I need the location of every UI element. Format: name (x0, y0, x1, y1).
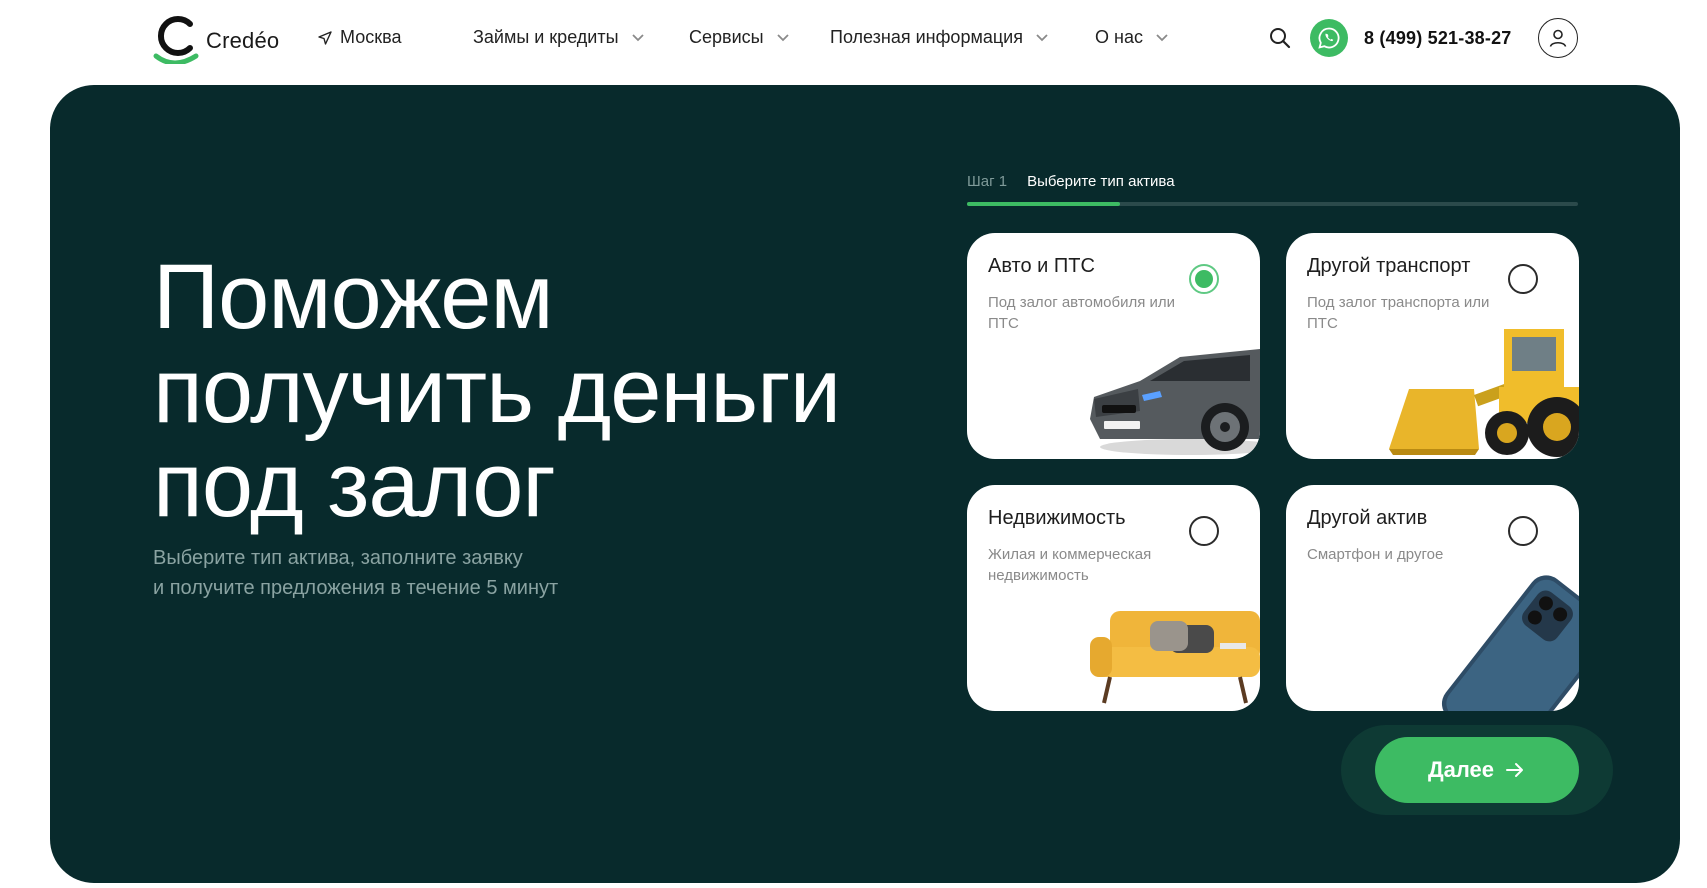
nav-label: Сервисы (689, 27, 764, 47)
hero-title-line: Поможем (153, 246, 554, 348)
account-button[interactable] (1538, 18, 1578, 58)
asset-card-auto[interactable]: Авто и ПТС Под залог автомобиля или ПТС (967, 233, 1260, 459)
logo-text: Credéo (206, 28, 280, 53)
search-icon[interactable] (1268, 26, 1292, 50)
asset-card-transport[interactable]: Другой транспорт Под залог транспорта ил… (1286, 233, 1579, 459)
hero-section: Поможем получить деньги под залог Выбери… (50, 85, 1680, 883)
card-title: Недвижимость (988, 507, 1126, 529)
logo[interactable]: Credéo (152, 12, 292, 64)
site-header: Credéo Москва Займы и кредиты Сервисы По… (0, 0, 1707, 84)
hero-subtitle: Выберите тип актива, заполните заявку и … (153, 543, 753, 603)
phone-number[interactable]: 8 (499) 521-38-27 (1364, 28, 1512, 49)
nav-label: О нас (1095, 27, 1143, 47)
logo-mark-icon (153, 16, 199, 64)
card-title: Другой актив (1307, 507, 1428, 529)
nav-services[interactable]: Сервисы (689, 27, 790, 48)
nav-loans-credits[interactable]: Займы и кредиты (473, 27, 645, 48)
nav-label: Займы и кредиты (473, 27, 619, 47)
hero-title-line: получить деньги (153, 340, 841, 442)
step-indicator: Шаг 1 Выберите тип актива (967, 173, 1175, 190)
card-description: Жилая и коммерческая недвижимость (988, 546, 1152, 584)
whatsapp-button[interactable] (1310, 19, 1348, 57)
hero-subtitle-line: Выберите тип актива, заполните заявку (153, 547, 523, 569)
asset-radio-auto[interactable] (1189, 264, 1219, 294)
sofa-image (1090, 611, 1260, 704)
next-button-label: Далее (1427, 757, 1495, 782)
chevron-down-icon (776, 33, 789, 41)
step-label: Выберите тип актива (1027, 173, 1175, 190)
hero-subtitle-line: и получите предложения в течение 5 минут (153, 577, 559, 599)
arrow-right-icon (1506, 763, 1524, 777)
car-image (1090, 349, 1260, 455)
chevron-down-icon (1156, 33, 1168, 41)
chevron-down-icon (631, 33, 644, 41)
whatsapp-icon (1318, 27, 1340, 49)
nav-label: Полезная информация (830, 27, 1023, 47)
next-button[interactable]: Далее (1375, 737, 1579, 803)
hero-title: Поможем получить деньги под залог (153, 250, 913, 532)
city-selector[interactable]: Москва (318, 27, 401, 48)
asset-radio-realestate[interactable] (1189, 516, 1219, 546)
asset-card-other[interactable]: Другой актив Смартфон и другое (1286, 485, 1579, 711)
location-arrow-icon (318, 30, 332, 45)
step-progress-fill (967, 202, 1120, 206)
smartphone-image (1441, 575, 1579, 711)
card-description: Смартфон и другое (1307, 546, 1444, 563)
hero-title-line: под залог (153, 434, 556, 536)
city-label: Москва (340, 27, 402, 47)
asset-card-realestate[interactable]: Недвижимость Жилая и коммерческая недвиж… (967, 485, 1260, 711)
card-title: Авто и ПТС (988, 255, 1095, 277)
asset-radio-other[interactable] (1508, 516, 1538, 546)
asset-radio-transport[interactable] (1508, 264, 1538, 294)
card-title: Другой транспорт (1307, 255, 1471, 277)
loader-image (1389, 329, 1579, 457)
nav-useful-info[interactable]: Полезная информация (830, 27, 1049, 48)
step-progress-bar (967, 202, 1578, 206)
chevron-down-icon (1036, 33, 1048, 41)
step-number: Шаг 1 (967, 173, 1008, 190)
user-icon (1549, 29, 1567, 47)
nav-about[interactable]: О нас (1095, 27, 1169, 48)
